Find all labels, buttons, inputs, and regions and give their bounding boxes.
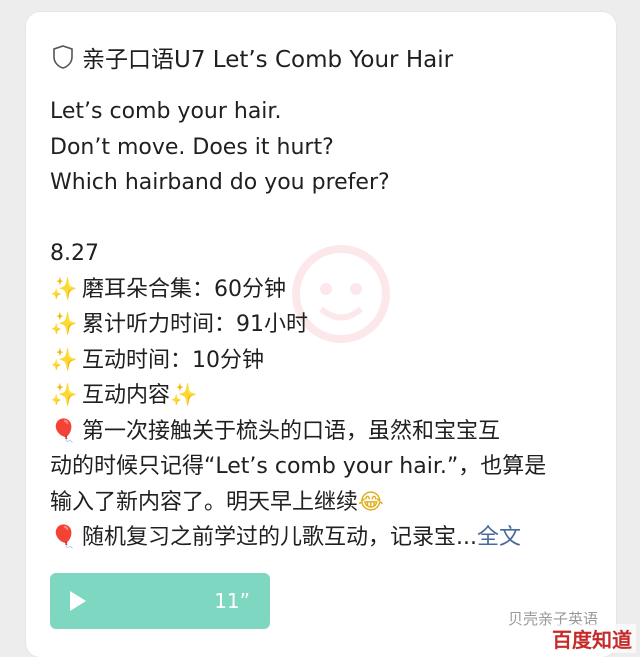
sparkles-icon: ✨ — [50, 276, 78, 302]
paragraph-text: 输入了新内容了。明天早上继续 — [50, 489, 359, 515]
paragraph-line: 输入了新内容了。明天早上继续😂 — [50, 485, 610, 521]
paragraph-text: 随机复习之前学过的儿歌互动，记录宝... — [82, 525, 477, 550]
balloon-icon: 🎈 — [50, 525, 78, 550]
full-text-link[interactable]: 全文 — [477, 525, 521, 550]
stat-text: 互动时间：10分钟 — [82, 347, 264, 373]
phrase-line: Which hairband do you prefer? — [50, 170, 390, 195]
stat-text: 互动内容 — [82, 383, 171, 408]
laughing-icon: 😂 — [358, 489, 384, 515]
stat-line: ✨ 互动时间：10分钟 — [50, 343, 610, 379]
post-title: 亲子口语U7 Let’s Comb Your Hair — [82, 47, 454, 73]
sparkles-icon: ✨ — [50, 383, 78, 408]
sparkles-icon: ✨ — [170, 383, 198, 408]
sparkles-icon: ✨ — [50, 347, 78, 373]
stat-text: 累计听力时间：91小时 — [82, 312, 308, 337]
balloon-icon: 🎈 — [50, 418, 78, 444]
stat-line: ✨ 累计听力时间：91小时 — [50, 307, 610, 343]
stat-text: 磨耳朵合集：60分钟 — [82, 276, 286, 302]
stat-line: ✨ 互动内容✨ — [50, 378, 610, 414]
post-card: 亲子口语U7 Let’s Comb Your Hair Let’s comb y… — [26, 12, 616, 657]
paragraph-line: 🎈 随机复习之前学过的儿歌互动，记录宝...全文 — [50, 520, 610, 556]
shield-icon — [53, 45, 73, 69]
post-date: 8.27 — [50, 241, 99, 266]
voice-message[interactable]: 11” — [50, 573, 270, 629]
phrase-line: Let’s comb your hair. — [50, 99, 282, 124]
play-icon[interactable] — [70, 591, 86, 611]
stat-line: ✨ 磨耳朵合集：60分钟 — [50, 272, 610, 308]
sparkles-icon: ✨ — [50, 312, 78, 337]
paragraph-line: 动的时候只记得“Let’s comb your hair.”，也算是 — [50, 454, 547, 479]
paragraph-line: 🎈 第一次接触关于梳头的口语，虽然和宝宝互 — [50, 414, 610, 450]
post-title-row: 亲子口语U7 Let’s Comb Your Hair — [52, 40, 453, 74]
voice-duration: 11” — [214, 589, 250, 613]
baidu-watermark: 百度知道 — [548, 624, 636, 653]
paragraph-text: 第一次接触关于梳头的口语，虽然和宝宝互 — [82, 418, 501, 444]
post-body: Let’s comb your hair. Don’t move. Does i… — [50, 94, 610, 556]
phrase-line: Don’t move. Does it hurt? — [50, 134, 334, 160]
